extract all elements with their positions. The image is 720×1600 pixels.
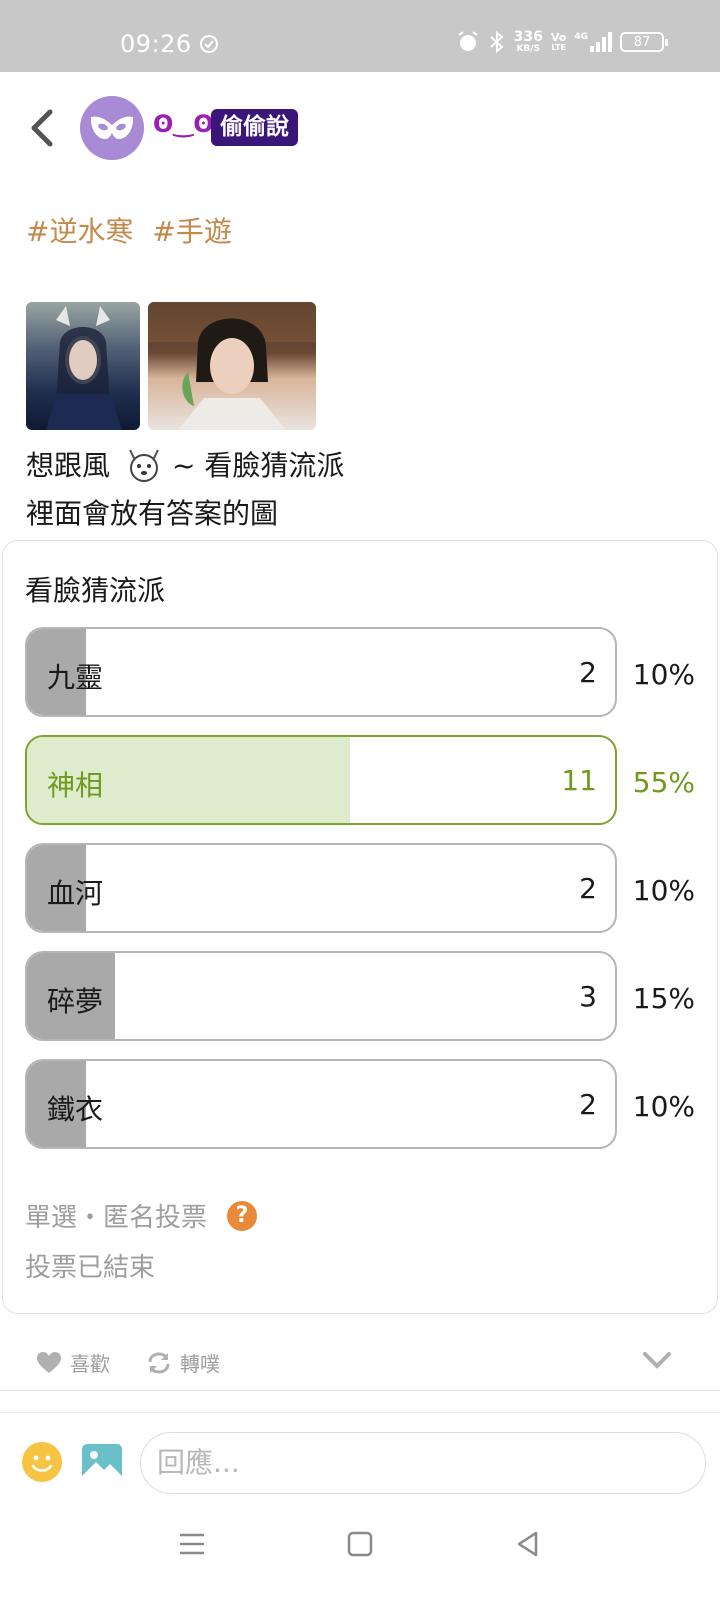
help-icon[interactable]: ? — [227, 1200, 258, 1231]
heart-icon — [37, 1351, 61, 1373]
image-upload-button[interactable] — [82, 1444, 122, 1480]
like-button[interactable]: 喜歡 — [36, 1348, 110, 1377]
menu-nav-icon[interactable] — [178, 1530, 206, 1558]
dog-emoji-icon — [129, 449, 159, 482]
post-actions: 喜歡 轉噗 — [36, 1348, 256, 1377]
hashtag[interactable]: #手遊 — [152, 215, 231, 248]
poll-option-count: 3 — [579, 980, 597, 1013]
poll-option-label: 九靈 — [47, 661, 104, 694]
chevron-down-icon[interactable] — [642, 1350, 672, 1370]
smile-icon — [31, 1455, 53, 1472]
poll-card: 看臉猜流派 九靈 2 10% 神相 11 55% 血河 2 10% 碎夢 3 1… — [2, 540, 718, 1314]
poll-option-percent: 55% — [632, 766, 695, 799]
emoji-button[interactable] — [22, 1442, 62, 1482]
repost-button[interactable]: 轉噗 — [146, 1348, 220, 1377]
nickname[interactable]: ʘ‿ʘ — [153, 110, 214, 138]
post-text-line-2: 裡面會放有答案的圖 — [26, 497, 279, 530]
poll-option-label: 碎夢 — [47, 985, 104, 1018]
home-nav-icon[interactable] — [346, 1530, 374, 1558]
signal-indicator: 4G — [574, 32, 612, 52]
sync-check-icon — [200, 35, 218, 53]
poll-option[interactable]: 神相 11 — [25, 735, 617, 825]
poll-option-percent: 10% — [632, 874, 695, 907]
mask-icon — [90, 116, 134, 139]
back-nav-icon[interactable] — [514, 1530, 542, 1558]
divider — [0, 1390, 720, 1391]
poll-option-percent: 10% — [632, 1090, 695, 1123]
bluetooth-icon — [489, 30, 504, 54]
poll-status: 投票已結束 — [25, 1253, 156, 1283]
poll-option-label: 鐵衣 — [47, 1093, 104, 1126]
poll-option-count: 2 — [579, 656, 597, 689]
divider — [0, 1412, 720, 1413]
poll-option[interactable]: 碎夢 3 — [25, 951, 617, 1041]
battery-indicator: 87 — [620, 32, 668, 52]
status-time: 09:26 — [120, 30, 192, 58]
poll-option[interactable]: 九靈 2 — [25, 627, 617, 717]
poll-option[interactable]: 鐵衣 2 — [25, 1059, 617, 1149]
reply-input[interactable]: 回應... — [140, 1432, 706, 1494]
image-icon — [82, 1451, 122, 1480]
repost-icon — [148, 1351, 170, 1374]
signal-bars-icon — [590, 32, 612, 52]
poll-option-percent: 10% — [632, 658, 695, 691]
poll-option-count: 11 — [561, 764, 597, 797]
poll-option-percent: 15% — [632, 982, 695, 1015]
poll-option-label: 神相 — [47, 769, 104, 802]
anonymous-badge: 偷偷說 — [211, 109, 298, 146]
poll-meta: 單選・匿名投票 ? — [25, 1197, 258, 1234]
poll-option-count: 2 — [579, 1088, 597, 1121]
poll-title: 看臉猜流派 — [25, 574, 166, 607]
character-image-2[interactable] — [148, 302, 316, 430]
hashtag[interactable]: #逆水寒 — [26, 215, 133, 248]
character-image-1[interactable] — [26, 302, 140, 430]
alarm-icon — [458, 31, 478, 51]
net-speed: 336 KB/S — [513, 29, 543, 54]
volte-indicator: Vo LTE — [550, 31, 567, 52]
poll-option-label: 血河 — [47, 877, 104, 910]
status-icons: 336 KB/S Vo LTE 4G 87 — [456, 29, 668, 54]
poll-option-count: 2 — [579, 872, 597, 905]
back-button[interactable] — [22, 104, 62, 152]
poll-option[interactable]: 血河 2 — [25, 843, 617, 933]
hashtags: #逆水寒 #手遊 — [26, 210, 242, 250]
avatar[interactable] — [80, 96, 144, 160]
post-text-line-1: 想跟風 ~ 看臉猜流派 — [26, 442, 344, 486]
status-bar: 09:26 336 KB/S Vo LTE 4G 87 — [0, 0, 720, 72]
